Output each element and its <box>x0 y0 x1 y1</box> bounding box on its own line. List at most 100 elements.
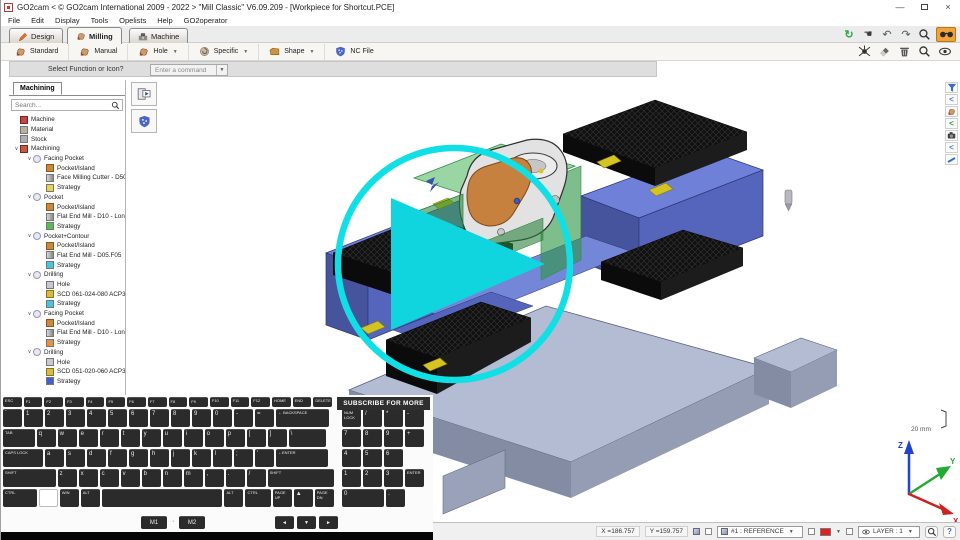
color-checkbox[interactable] <box>808 528 815 535</box>
layer-select[interactable]: LAYER : 1 ▼ <box>858 526 920 538</box>
nc-output-button[interactable] <box>131 109 157 133</box>
machining-panel-tab[interactable]: Machining <box>13 82 62 95</box>
filter-button[interactable] <box>945 82 958 93</box>
refresh-icon[interactable]: ↻ <box>842 28 856 41</box>
keyboard-key: PAGE DN <box>315 489 334 507</box>
command-placeholder: Enter a command <box>155 67 206 74</box>
keyboard-key: CTRL <box>3 489 37 507</box>
reference-select[interactable]: #1 : REFERENCE ▼ <box>717 526 803 538</box>
standard-button[interactable]: Standard <box>5 44 69 60</box>
scale-label: 20 mm <box>911 426 931 433</box>
tree-item[interactable]: Strategy <box>9 260 125 270</box>
tree-item[interactable]: ∨Facing Pocket <box>9 309 125 319</box>
tree-item-label: Pocket/Island <box>57 204 95 211</box>
shape-button[interactable]: Shape ▼ <box>259 44 325 60</box>
keyboard-key: F2 <box>44 397 63 407</box>
tree-item[interactable]: Pocket/Island <box>9 241 125 251</box>
expand-arrow-icon[interactable]: ∨ <box>13 146 20 152</box>
specific-button[interactable]: Specific ▼ <box>189 44 259 60</box>
menu-display[interactable]: Display <box>55 16 80 25</box>
tree-item[interactable]: Flat End Mill - D10 - Long.F05 <box>9 212 125 222</box>
close-button[interactable]: × <box>936 0 960 14</box>
pocket-icon <box>46 242 54 250</box>
expand-button[interactable]: < <box>945 142 958 153</box>
menu-go2operator[interactable]: GO2operator <box>184 16 228 25</box>
menu-tools[interactable]: Tools <box>91 16 109 25</box>
minimize-button[interactable]: — <box>888 0 912 14</box>
tree-item[interactable]: Pocket/Island <box>9 318 125 328</box>
reference-icon <box>721 528 728 535</box>
tree-item[interactable]: Strategy <box>9 183 125 193</box>
zoom-icon[interactable] <box>918 28 931 41</box>
tree-item[interactable]: SCD 051-020-060 ACP3N.F01 <box>9 367 125 377</box>
tree-item[interactable]: Hole <box>9 357 125 367</box>
tree-item[interactable]: ∨Pocket+Contour <box>9 231 125 241</box>
nc-file-button[interactable]: NC File <box>325 44 383 60</box>
go2operator-button[interactable] <box>936 27 956 42</box>
undo-icon[interactable]: ↶ <box>880 28 894 41</box>
expand-arrow-icon[interactable]: ∨ <box>26 156 33 162</box>
tree-item[interactable]: ∨Machining <box>9 144 125 154</box>
expand-arrow-icon[interactable]: ∨ <box>26 272 33 278</box>
tree-item[interactable]: ∨Facing Pocket <box>9 154 125 164</box>
tree-item[interactable]: SCD 061-024-080 ACP3N.F01 <box>9 289 125 299</box>
tree-item[interactable]: Flat End Mill - D05.F05 <box>9 251 125 261</box>
expand-arrow-icon[interactable]: ∨ <box>26 233 33 239</box>
restore-button[interactable] <box>912 0 936 14</box>
menu-edit[interactable]: Edit <box>31 16 44 25</box>
menu-opelists[interactable]: Opelists <box>119 16 146 25</box>
simulation-button[interactable] <box>131 82 157 106</box>
keyboard-key: m <box>184 469 203 487</box>
machining-robot-icon[interactable] <box>858 45 871 58</box>
expand-arrow-icon[interactable]: ∨ <box>26 349 33 355</box>
tab-machine[interactable]: Machine <box>129 28 188 44</box>
tree-item[interactable]: Flat End Mill - D10 - Long.F05 <box>9 328 125 338</box>
tree-item[interactable]: Hole <box>9 280 125 290</box>
hand-tool-button[interactable] <box>945 106 958 117</box>
expand-button[interactable]: < <box>945 118 958 129</box>
tree-item[interactable]: Stock <box>9 134 125 144</box>
tree-item[interactable]: ∨Drilling <box>9 348 125 358</box>
tree-item[interactable]: ∨Pocket <box>9 193 125 203</box>
manual-button[interactable]: Manual <box>69 44 128 60</box>
pan-hand-icon[interactable]: ☚ <box>861 28 875 41</box>
tree-item[interactable]: Strategy <box>9 377 125 387</box>
layer-checkbox[interactable] <box>846 528 853 535</box>
tree-item[interactable]: Machine <box>9 115 125 125</box>
menu-help[interactable]: Help <box>157 16 172 25</box>
tab-milling[interactable]: Milling <box>67 27 122 44</box>
current-color-swatch[interactable] <box>820 528 831 536</box>
keyboard-key: v <box>121 469 140 487</box>
tree-item[interactable]: Pocket/Island <box>9 202 125 212</box>
tree-item[interactable]: Strategy <box>9 222 125 232</box>
group-icon <box>33 193 41 201</box>
zoom-icon[interactable] <box>918 45 931 58</box>
zoom-extents-button[interactable] <box>925 526 938 538</box>
tree-item[interactable]: Strategy <box>9 338 125 348</box>
measure-button[interactable] <box>945 154 958 165</box>
expand-arrow-icon[interactable]: ∨ <box>26 311 33 317</box>
tree-item[interactable]: Material <box>9 125 125 135</box>
search-input[interactable] <box>11 99 123 111</box>
expand-button[interactable]: < <box>945 94 958 105</box>
mill-icon <box>46 213 54 221</box>
keyboard-key: . <box>226 469 245 487</box>
tab-design[interactable]: Design <box>9 28 63 44</box>
visibility-eye-icon[interactable] <box>938 45 952 58</box>
tree-item[interactable]: Strategy <box>9 299 125 309</box>
help-button[interactable]: ? <box>943 526 956 538</box>
expand-arrow-icon[interactable]: ∨ <box>26 194 33 200</box>
reference-checkbox[interactable] <box>705 528 712 535</box>
tree-item[interactable]: Pocket/Island <box>9 163 125 173</box>
eraser-icon[interactable] <box>878 45 891 58</box>
hole-button[interactable]: Hole ▼ <box>128 44 188 60</box>
shield-icon <box>335 46 346 57</box>
command-combobox[interactable]: Enter a command ▼ <box>150 64 228 76</box>
chevron-down-icon: ▼ <box>309 49 314 55</box>
redo-icon[interactable]: ↷ <box>899 28 913 41</box>
tree-item[interactable]: ∨Drilling <box>9 270 125 280</box>
trash-icon[interactable] <box>898 45 911 58</box>
tree-item[interactable]: Face Milling Cutter - D50.F09 <box>9 173 125 183</box>
camera-view-button[interactable] <box>945 130 958 141</box>
menu-file[interactable]: File <box>8 16 20 25</box>
